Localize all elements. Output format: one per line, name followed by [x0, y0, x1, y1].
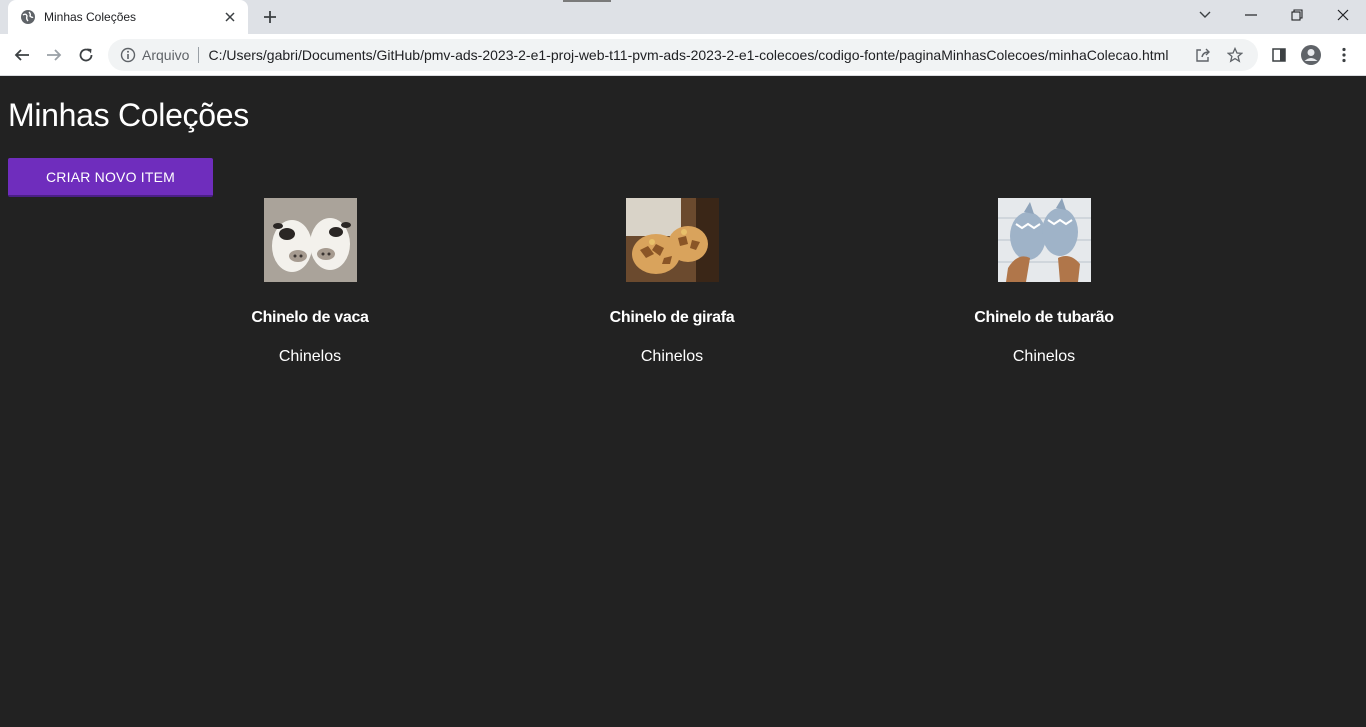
- shark-slippers-image[interactable]: [997, 198, 1091, 282]
- new-tab-icon[interactable]: [258, 6, 282, 28]
- item-name: Chinelo de girafa: [609, 309, 735, 326]
- page-title: Minhas Coleções: [8, 97, 249, 133]
- item-name: Chinelo de tubarão: [974, 309, 1114, 326]
- share-icon[interactable]: [1192, 44, 1214, 66]
- close-tab-icon[interactable]: [222, 9, 238, 25]
- cow-slippers-image[interactable]: [263, 198, 357, 282]
- globe-icon: [20, 9, 36, 25]
- collection-item-card[interactable]: Chinelo de girafa Chinelos: [542, 198, 802, 366]
- page-content: Minhas Coleções CRIAR NOVO ITEM Chinelo …: [0, 77, 1366, 727]
- address-scheme: Arquivo: [142, 47, 190, 63]
- item-category: Chinelos: [640, 348, 704, 365]
- browser-tab[interactable]: Minhas Coleções: [8, 0, 248, 34]
- item-category: Chinelos: [1012, 348, 1076, 365]
- forward-arrow-icon[interactable]: [40, 41, 68, 69]
- close-window-icon[interactable]: [1320, 0, 1366, 30]
- bookmark-star-icon[interactable]: [1224, 44, 1246, 66]
- restore-icon[interactable]: [1274, 0, 1320, 30]
- address-bar[interactable]: Arquivo C:/Users/gabri/Documents/GitHub/…: [108, 39, 1258, 71]
- item-name: Chinelo de vaca: [251, 309, 369, 326]
- giraffe-slippers-image[interactable]: [625, 198, 719, 282]
- tab-strip: Minhas Coleções: [0, 0, 1366, 34]
- minimize-icon[interactable]: [1228, 0, 1274, 30]
- tab-title: Minhas Coleções: [44, 10, 137, 24]
- reload-icon[interactable]: [72, 41, 100, 69]
- side-panel-icon[interactable]: [1265, 41, 1293, 69]
- menu-dots-icon[interactable]: [1330, 41, 1358, 69]
- create-new-item-button[interactable]: CRIAR NOVO ITEM: [8, 158, 213, 197]
- profile-avatar-icon[interactable]: [1297, 41, 1325, 69]
- info-icon[interactable]: [120, 47, 136, 63]
- collection-item-card[interactable]: Chinelo de tubarão Chinelos: [914, 198, 1174, 366]
- tab-strip-accent: [563, 0, 611, 2]
- collection-item-card[interactable]: Chinelo de vaca Chinelos: [180, 198, 440, 366]
- address-divider: [198, 47, 200, 63]
- item-category: Chinelos: [278, 348, 342, 365]
- back-arrow-icon[interactable]: [8, 41, 36, 69]
- browser-toolbar: Arquivo C:/Users/gabri/Documents/GitHub/…: [0, 34, 1366, 76]
- url-text[interactable]: C:/Users/gabri/Documents/GitHub/pmv-ads-…: [208, 47, 1182, 63]
- tab-search-icon[interactable]: [1182, 0, 1228, 30]
